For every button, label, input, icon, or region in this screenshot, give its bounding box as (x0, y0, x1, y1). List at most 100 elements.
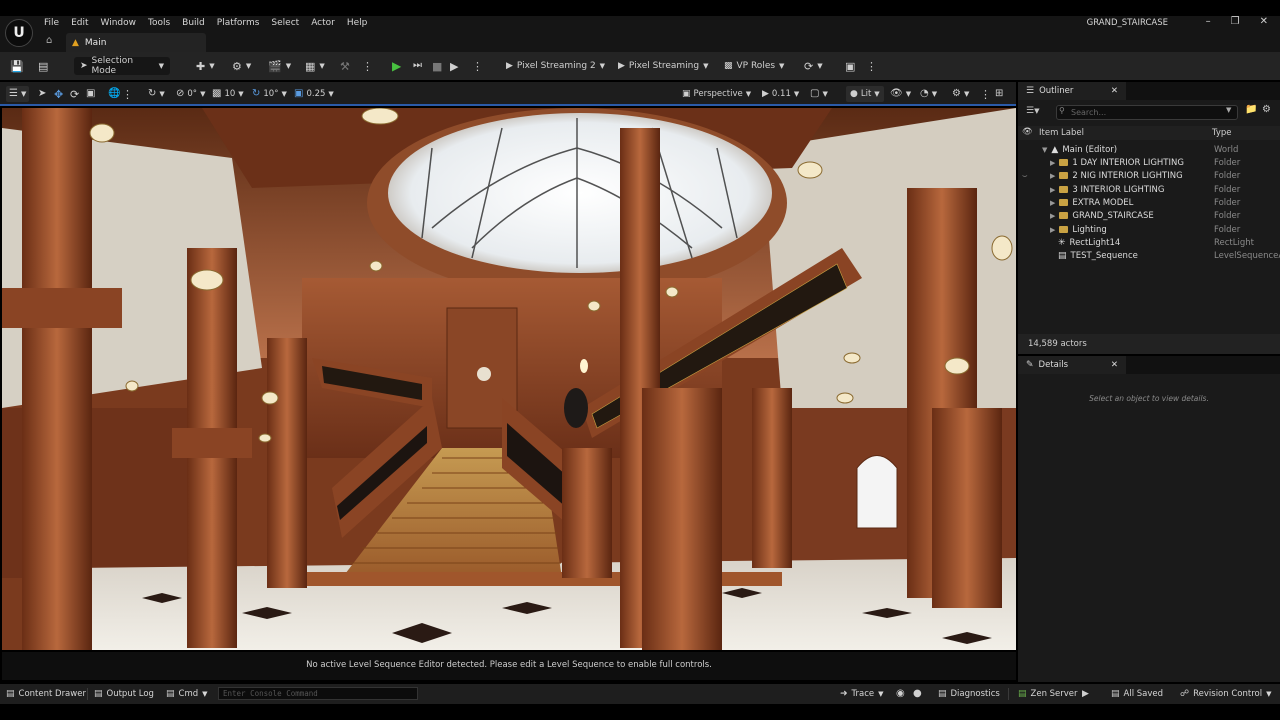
pixel-streaming-dropdown[interactable]: ▶ Pixel Streaming ▼ (618, 57, 708, 75)
outliner-row-folder[interactable]: ▶ Lighting Folder (1018, 223, 1280, 236)
eject-button[interactable]: ▶ (450, 57, 458, 75)
outliner-settings-gear-icon[interactable]: ⚙ (1262, 104, 1271, 115)
menu-edit[interactable]: Edit (65, 16, 94, 30)
outliner-row-folder[interactable]: ▶ EXTRA MODEL Folder (1018, 196, 1280, 209)
step-button[interactable]: ⏭ (413, 57, 422, 75)
menu-tools[interactable]: Tools (142, 16, 176, 30)
home-icon[interactable]: ⌂ (46, 35, 52, 46)
screen-percentage-icon[interactable]: ▢ ▼ (810, 86, 828, 102)
browse-icon[interactable]: ▤ (38, 57, 48, 75)
output-log-button[interactable]: ▤ Output Log (94, 686, 154, 702)
cmd-dropdown[interactable]: ▤ Cmd ▼ (166, 686, 208, 702)
world-local-icon[interactable]: 🌐 (108, 86, 120, 102)
menu-platforms[interactable]: Platforms (211, 16, 266, 30)
expand-icon[interactable]: ▶ (1050, 186, 1055, 194)
camera-speed-dropdown[interactable]: ▶ 0.11 ▼ (762, 86, 799, 102)
unreal-logo-icon[interactable]: U (5, 19, 33, 47)
play-options-icon[interactable]: ⋮ (472, 57, 483, 75)
layout-icon[interactable]: ⊞ (995, 86, 1003, 102)
snapshot-icon[interactable]: ● (913, 686, 922, 702)
outliner-row-actor[interactable]: ▤ TEST_Sequence LevelSequenceA (1018, 249, 1280, 262)
outliner-row-folder[interactable]: ▶ 1 DAY INTERIOR LIGHTING Folder (1018, 156, 1280, 169)
translate-snap-button[interactable]: ⊘ 0° ▼ (176, 86, 205, 102)
viewport-menu-icon[interactable]: ⋮ (980, 86, 991, 102)
outliner-search-input[interactable]: Search... (1056, 105, 1238, 120)
grid-snap-button[interactable]: ▩ 10 ▼ (212, 86, 244, 102)
maximize-icon[interactable]: ❐ (1231, 16, 1240, 27)
menu-actor[interactable]: Actor (305, 16, 341, 30)
platforms-button[interactable]: ⚒ (340, 57, 350, 75)
outliner-row-folder[interactable]: ▶ 3 INTERIOR LIGHTING Folder (1018, 183, 1280, 196)
play-button[interactable]: ▶ (392, 57, 401, 75)
all-saved-button[interactable]: ▤ All Saved (1111, 686, 1163, 702)
rotate-snap-button[interactable]: ↻ 10° ▼ (252, 86, 287, 102)
filter-icon[interactable]: ☰▼ (1026, 106, 1039, 116)
expand-icon[interactable]: ▶ (1050, 212, 1055, 220)
pixel-streaming-2-dropdown[interactable]: ▶ Pixel Streaming 2 ▼ (506, 57, 605, 75)
console-input[interactable]: Enter Console Command (218, 687, 418, 700)
cinematics-button[interactable]: 🎬 ▼ (268, 57, 291, 75)
stop-button[interactable]: ■ (432, 57, 442, 75)
menu-select[interactable]: Select (265, 16, 305, 30)
expand-icon[interactable]: ▶ (1050, 199, 1055, 207)
outliner-row-actor[interactable]: ✳ RectLight14 RectLight (1018, 236, 1280, 249)
menu-file[interactable]: File (38, 16, 65, 30)
lit-dropdown[interactable]: ● Lit ▼ (846, 86, 884, 102)
live-link-icon[interactable]: ⟳ ▼ (804, 57, 823, 75)
rotate-tool-icon[interactable]: ⟳ (70, 86, 79, 102)
diagnostics-button[interactable]: ▤ Diagnostics (938, 686, 1000, 702)
show-eye-icon[interactable]: 👁 ▼ (890, 86, 911, 102)
toolbar-more-icon[interactable]: ⋮ (866, 57, 877, 75)
outliner-item-label: 3 INTERIOR LIGHTING (1072, 184, 1165, 195)
level-tab[interactable]: ▲ Main (66, 33, 206, 52)
viewport-more-icon[interactable]: ⋮ (122, 86, 133, 102)
record-icon[interactable]: ◉ (896, 686, 905, 702)
menu-build[interactable]: Build (176, 16, 211, 30)
zen-server-button[interactable]: ▤ Zen Server (1018, 686, 1078, 702)
scale-snap-button[interactable]: ▣ 0.25 ▼ (294, 86, 334, 102)
scale-tool-icon[interactable]: ▣ (86, 86, 95, 102)
minimize-icon[interactable]: – (1206, 16, 1211, 27)
trace-dropdown[interactable]: ➜ Trace ▼ (840, 686, 884, 702)
performance-icon[interactable]: ◔ ▼ (920, 86, 937, 102)
sync-icon[interactable]: ▶ (1082, 686, 1089, 702)
hidden-eye-icon[interactable]: ⌣ (1022, 171, 1028, 181)
column-type[interactable]: Type (1212, 128, 1232, 138)
expand-icon[interactable]: ▶ (1050, 226, 1055, 234)
vcam-icon[interactable]: ▣ (845, 57, 855, 75)
viewport-options-button[interactable]: ☰ ▼ (6, 86, 30, 102)
translate-tool-icon[interactable]: ✥ (54, 86, 63, 102)
add-actor-button[interactable]: ✚ ▼ (196, 57, 215, 75)
menu-window[interactable]: Window (95, 16, 143, 30)
vp-roles-dropdown[interactable]: ▩ VP Roles ▼ (724, 57, 784, 75)
more-options-icon[interactable]: ⋮ (362, 57, 373, 75)
column-item-label[interactable]: Item Label (1039, 128, 1084, 138)
content-drawer-button[interactable]: ▤ Content Drawer (6, 686, 86, 702)
viewport-settings-gear-icon[interactable]: ⚙ ▼ (952, 86, 969, 102)
close-icon[interactable]: ✕ (1111, 360, 1118, 370)
collapse-icon[interactable]: ▼ (1042, 146, 1047, 154)
level-viewport[interactable] (2, 108, 1016, 650)
surface-snap-button[interactable]: ↻ ▼ (148, 86, 165, 102)
chevron-down-icon[interactable]: ▼ (1226, 106, 1231, 114)
visibility-eye-icon[interactable]: 👁 (1022, 127, 1033, 137)
details-tab[interactable]: ✎ Details ✕ (1018, 356, 1126, 374)
expand-icon[interactable]: ▶ (1050, 172, 1055, 180)
modes-button[interactable]: ▦ ▼ (305, 57, 325, 75)
close-window-icon[interactable]: ✕ (1260, 16, 1268, 27)
outliner-row-folder[interactable]: ▶ GRAND_STAIRCASE Folder (1018, 209, 1280, 222)
selection-mode-dropdown[interactable]: ➤ Selection Mode ▼ (74, 56, 170, 76)
revision-control-dropdown[interactable]: ☍ Revision Control ▼ (1180, 686, 1271, 702)
outliner-row-world[interactable]: ▼ ▲ Main (Editor) World (1018, 143, 1280, 156)
save-icon[interactable]: 💾 (10, 57, 24, 75)
perspective-dropdown[interactable]: ▣ Perspective ▼ (682, 86, 751, 102)
expand-icon[interactable]: ▶ (1050, 159, 1055, 167)
menu-help[interactable]: Help (341, 16, 374, 30)
select-tool-icon[interactable]: ➤ (38, 86, 46, 102)
add-folder-icon[interactable]: 📁 (1245, 104, 1257, 115)
outliner-row-folder[interactable]: ⌣ ▶ 2 NIG INTERIOR LIGHTING Folder (1018, 169, 1280, 182)
close-icon[interactable]: ✕ (1111, 86, 1118, 96)
outliner-tab[interactable]: ☰ Outliner ✕ (1018, 82, 1126, 100)
roles-icon: ▩ (724, 60, 733, 71)
blueprint-button[interactable]: ⚙ ▼ (232, 57, 251, 75)
